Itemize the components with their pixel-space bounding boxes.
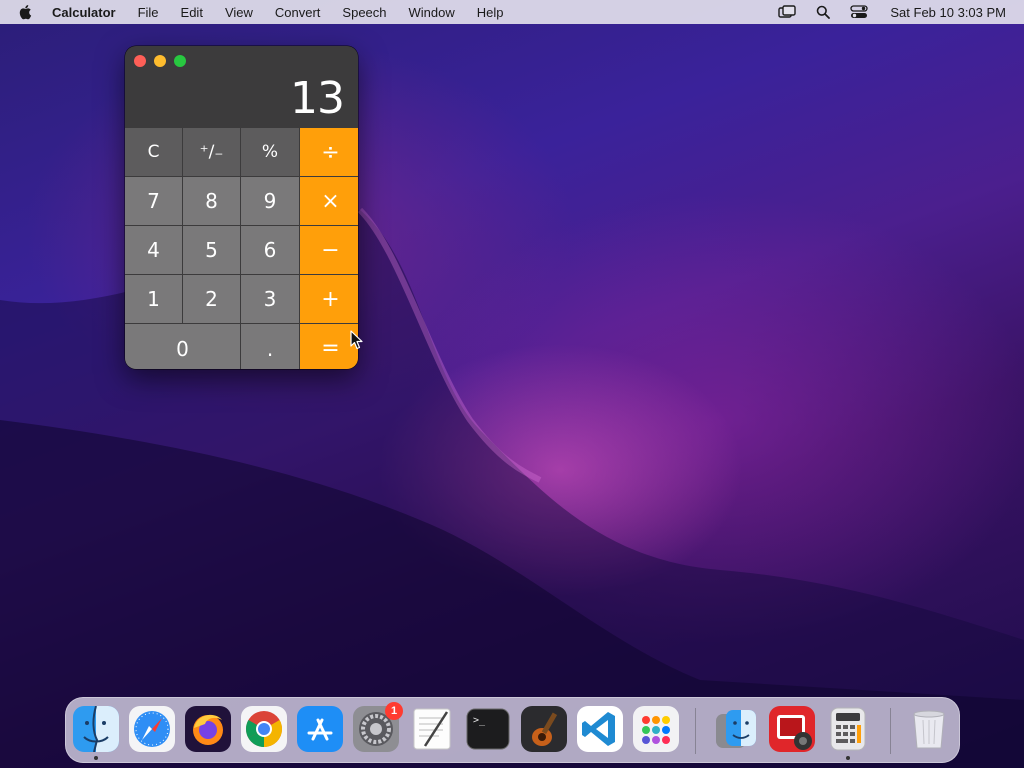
- digit-0-key-label: 0: [176, 336, 189, 361]
- subtract-key-label: −: [321, 237, 340, 263]
- add-key[interactable]: +: [300, 275, 358, 323]
- zoom-window-button[interactable]: [174, 55, 186, 67]
- calculator-icon[interactable]: [825, 706, 871, 752]
- digit-1-key[interactable]: 1: [125, 275, 182, 323]
- calculator-window: 13 C ⁺∕₋% ÷ 7 8 9 × 4 5 6 − 1 2 3 +0. =: [125, 46, 358, 369]
- dock-separator: [695, 708, 696, 754]
- apple-menu-icon[interactable]: [18, 4, 36, 20]
- screen-mirroring-icon[interactable]: [778, 4, 797, 20]
- clear-key-label: C: [147, 142, 160, 162]
- control-center-icon[interactable]: [850, 4, 869, 20]
- digit-6-key-label: 6: [263, 238, 277, 262]
- digit-8-key-label: 8: [205, 189, 218, 213]
- notification-badge: 1: [385, 702, 403, 720]
- digit-3-key-label: 3: [263, 287, 277, 311]
- equals-key-label: =: [321, 336, 340, 361]
- divide-key[interactable]: ÷: [300, 128, 358, 176]
- digit-7-key-label: 7: [147, 189, 160, 213]
- finder-icon[interactable]: [73, 705, 119, 753]
- decimal-key[interactable]: .: [241, 324, 299, 369]
- chrome-icon[interactable]: [241, 706, 287, 752]
- migration-assistant-icon[interactable]: [713, 706, 759, 752]
- dock: 1 >_: [65, 697, 960, 763]
- status-area: Sat Feb 10 3:03 PM: [760, 0, 1006, 24]
- digit-2-key-label: 2: [205, 287, 218, 311]
- menu-clock[interactable]: Sat Feb 10 3:03 PM: [890, 5, 1006, 20]
- terminal-icon[interactable]: >_: [465, 706, 511, 752]
- menu-help[interactable]: Help: [477, 5, 504, 20]
- svg-text:>_: >_: [473, 715, 486, 726]
- launchpad-icon[interactable]: [633, 706, 679, 752]
- decimal-key-label: .: [266, 336, 274, 361]
- digit-9-key-label: 9: [263, 189, 277, 213]
- add-key-label: +: [321, 286, 340, 312]
- digit-0-key[interactable]: 0: [125, 324, 240, 369]
- safari-icon[interactable]: [129, 706, 175, 752]
- digit-1-key-label: 1: [147, 287, 160, 311]
- menu-window[interactable]: Window: [409, 5, 455, 20]
- photo-booth-icon[interactable]: [769, 706, 815, 752]
- digit-3-key[interactable]: 3: [241, 275, 299, 323]
- running-indicator: [846, 756, 850, 760]
- percent-key[interactable]: %: [241, 128, 299, 176]
- menu-bar: Calculator File Edit View Convert Speech…: [0, 0, 1024, 24]
- menu-file[interactable]: File: [138, 5, 159, 20]
- dock-separator: [890, 708, 891, 754]
- digit-9-key[interactable]: 9: [241, 177, 299, 225]
- close-window-button[interactable]: [134, 55, 146, 67]
- mouse-cursor-icon: [350, 330, 363, 350]
- spotlight-search-icon[interactable]: [814, 4, 832, 20]
- trash-icon[interactable]: [906, 706, 952, 752]
- menu-convert[interactable]: Convert: [275, 5, 321, 20]
- sign-toggle-key-label: ⁺∕₋: [199, 142, 224, 162]
- clear-key[interactable]: C: [125, 128, 182, 176]
- calculator-keypad: C ⁺∕₋% ÷ 7 8 9 × 4 5 6 − 1 2 3 +0. =: [125, 128, 358, 369]
- firefox-icon[interactable]: [185, 706, 231, 752]
- digit-4-key-label: 4: [147, 238, 160, 262]
- percent-key-label: %: [261, 142, 279, 162]
- multiply-key-label: ×: [321, 188, 340, 214]
- digit-6-key[interactable]: 6: [241, 226, 299, 274]
- calculator-display: 13: [290, 73, 345, 124]
- menu-view[interactable]: View: [225, 5, 253, 20]
- textedit-icon[interactable]: [409, 706, 455, 752]
- menu-edit[interactable]: Edit: [181, 5, 203, 20]
- window-controls: [134, 55, 194, 67]
- digit-4-key[interactable]: 4: [125, 226, 182, 274]
- running-indicator: [94, 756, 98, 760]
- sign-toggle-key[interactable]: ⁺∕₋: [183, 128, 240, 176]
- digit-5-key-label: 5: [205, 238, 218, 262]
- digit-2-key[interactable]: 2: [183, 275, 240, 323]
- digit-7-key[interactable]: 7: [125, 177, 182, 225]
- multiply-key[interactable]: ×: [300, 177, 358, 225]
- menu-speech[interactable]: Speech: [342, 5, 386, 20]
- digit-5-key[interactable]: 5: [183, 226, 240, 274]
- digit-8-key[interactable]: 8: [183, 177, 240, 225]
- divide-key-label: ÷: [321, 139, 340, 165]
- app-store-icon[interactable]: [297, 706, 343, 752]
- menu-app-name[interactable]: Calculator: [52, 5, 116, 20]
- vscode-icon[interactable]: [577, 706, 623, 752]
- subtract-key[interactable]: −: [300, 226, 358, 274]
- minimize-window-button[interactable]: [154, 55, 166, 67]
- garageband-icon[interactable]: [521, 706, 567, 752]
